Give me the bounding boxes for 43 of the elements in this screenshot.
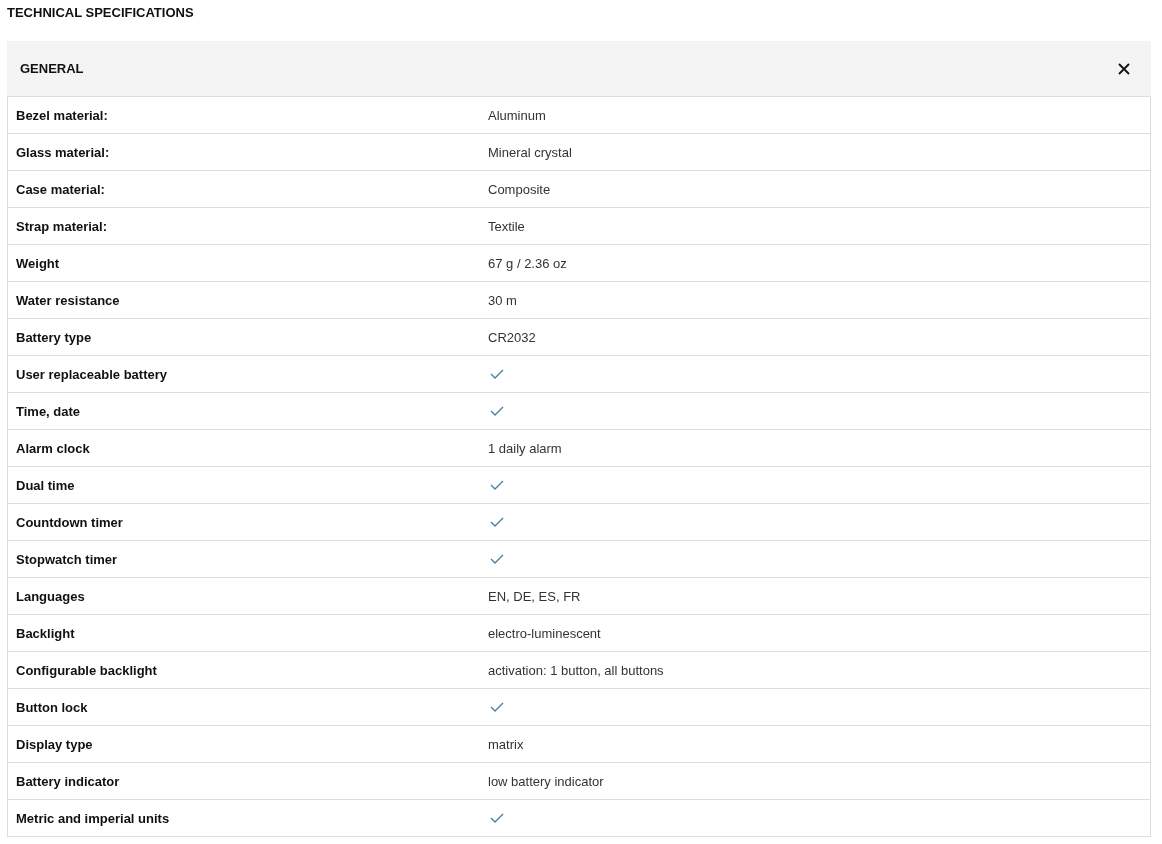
check-icon	[490, 406, 504, 416]
spec-label: Battery indicator	[15, 773, 120, 789]
spec-label: Weight	[15, 255, 60, 271]
spec-value: low battery indicator	[488, 773, 604, 789]
spec-label: Display type	[15, 736, 93, 752]
spec-value: Mineral crystal	[488, 144, 572, 160]
spec-label: Configurable backlight	[15, 662, 157, 678]
spec-value: 30 m	[488, 292, 517, 308]
spec-label: Button lock	[15, 699, 88, 715]
spec-label: Countdown timer	[15, 514, 123, 530]
spec-label: Languages	[15, 588, 85, 604]
spec-value: activation: 1 button, all buttons	[488, 662, 664, 678]
check-icon	[490, 369, 504, 379]
spec-label: Glass material:	[15, 144, 110, 160]
spec-label: Alarm clock	[15, 440, 90, 456]
spec-label: Case material:	[15, 181, 105, 197]
spec-label: Battery type	[15, 329, 92, 345]
spec-label: Bezel material:	[15, 107, 108, 123]
spec-value: CR2032	[488, 329, 536, 345]
check-icon	[490, 554, 504, 564]
spec-value: EN, DE, ES, FR	[488, 588, 581, 604]
spec-label: User replaceable battery	[15, 366, 168, 382]
spec-value: Textile	[488, 218, 525, 234]
check-icon	[490, 813, 504, 823]
spec-value: Composite	[488, 181, 551, 197]
check-icon	[490, 702, 504, 712]
spec-value: electro-luminescent	[488, 625, 601, 641]
close-button[interactable]	[1117, 61, 1131, 76]
spec-label: Dual time	[15, 477, 75, 493]
check-icon	[490, 480, 504, 490]
spec-label: Stopwatch timer	[15, 551, 118, 567]
spec-value: 67 g / 2.36 oz	[488, 255, 567, 271]
spec-label: Time, date	[15, 403, 81, 419]
spec-value: Aluminum	[488, 107, 546, 123]
section-title: GENERAL	[20, 61, 84, 76]
spec-label: Strap material:	[15, 218, 108, 234]
spec-label: Water resistance	[15, 292, 120, 308]
spec-value: matrix	[488, 736, 524, 752]
spec-label: Metric and imperial units	[15, 810, 170, 826]
page-title: TECHNICAL SPECIFICATIONS	[7, 5, 195, 21]
spec-label: Backlight	[15, 625, 75, 641]
check-icon	[490, 517, 504, 527]
spec-value: 1 daily alarm	[488, 440, 562, 456]
